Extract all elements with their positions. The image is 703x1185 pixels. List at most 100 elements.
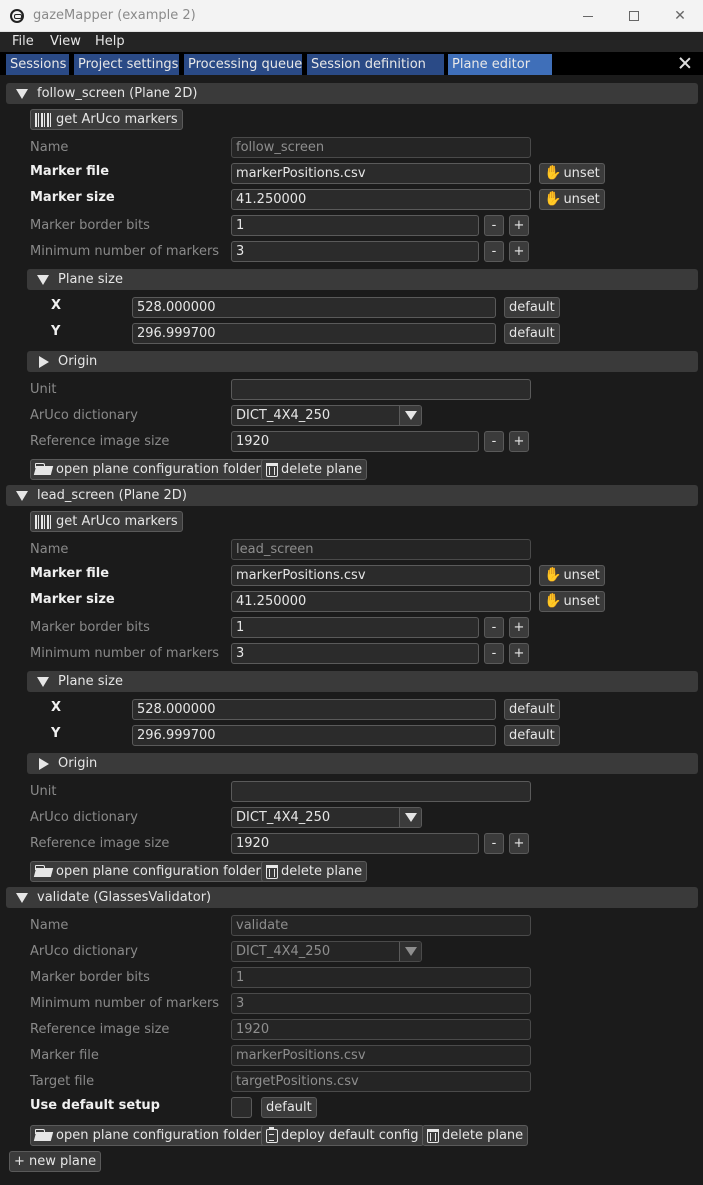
marker-border-bits-label: Marker border bits xyxy=(30,620,150,635)
barcode-icon xyxy=(35,514,53,529)
increment-button[interactable]: + xyxy=(509,215,529,236)
marker-size-label: Marker size xyxy=(30,592,115,607)
marker-file-label: Marker file xyxy=(30,164,110,179)
increment-button[interactable]: + xyxy=(509,617,529,638)
unit-field[interactable] xyxy=(231,379,531,400)
maximize-icon xyxy=(629,11,639,21)
decrement-button[interactable]: - xyxy=(484,617,504,638)
trash-icon xyxy=(266,462,278,477)
decrement-button[interactable]: - xyxy=(484,643,504,664)
delete-plane-button[interactable]: delete plane xyxy=(261,861,368,882)
use-default-setup-label: Use default setup xyxy=(30,1098,160,1113)
unset-marker-file-button[interactable]: ✋ unset xyxy=(539,565,605,586)
default-x-button[interactable]: default xyxy=(504,297,560,318)
open-plane-config-folder-button[interactable]: open plane configuration folder xyxy=(30,1125,266,1146)
tab-processing-queue[interactable]: Processing queue xyxy=(184,54,302,75)
increment-button[interactable]: + xyxy=(509,431,529,452)
plane-x-label: X xyxy=(51,700,62,715)
plane-size-header[interactable]: Plane size xyxy=(27,671,698,692)
dropdown-arrow-icon xyxy=(399,942,421,961)
close-tab-icon[interactable] xyxy=(676,54,694,72)
clipboard-icon xyxy=(266,1126,278,1143)
minimize-button[interactable] xyxy=(565,3,611,29)
default-y-button[interactable]: default xyxy=(504,323,560,344)
menu-view[interactable]: View xyxy=(50,34,81,49)
plane-x-field[interactable]: 528.000000 xyxy=(132,699,496,720)
marker-border-bits-label: Marker border bits xyxy=(30,970,150,985)
get-aruco-markers-button[interactable]: get ArUco markers xyxy=(30,511,183,532)
reference-image-size-field[interactable]: 1920 xyxy=(231,833,479,854)
min-markers-field[interactable]: 3 xyxy=(231,643,479,664)
plane-x-field[interactable]: 528.000000 xyxy=(132,297,496,318)
decrement-button[interactable]: - xyxy=(484,215,504,236)
aruco-dictionary-label: ArUco dictionary xyxy=(30,810,138,825)
unset-marker-size-button[interactable]: ✋ unset xyxy=(539,189,605,210)
app-icon xyxy=(10,9,24,23)
marker-file-field[interactable]: markerPositions.csv xyxy=(231,163,531,184)
marker-file-field[interactable]: markerPositions.csv xyxy=(231,565,531,586)
button-label: get ArUco markers xyxy=(56,112,178,127)
unset-marker-size-button[interactable]: ✋ unset xyxy=(539,591,605,612)
target-file-field: targetPositions.csv xyxy=(231,1071,531,1092)
close-window-button[interactable]: ✕ xyxy=(657,3,703,29)
plane-header-validate[interactable]: validate (GlassesValidator) xyxy=(6,887,698,908)
deploy-default-config-button[interactable]: deploy default config xyxy=(261,1125,424,1146)
menu-file[interactable]: File xyxy=(12,34,34,49)
open-plane-config-folder-button[interactable]: open plane configuration folder xyxy=(30,459,266,480)
get-aruco-markers-button[interactable]: get ArUco markers xyxy=(30,109,183,130)
aruco-dictionary-label: ArUco dictionary xyxy=(30,944,138,959)
unit-field[interactable] xyxy=(231,781,531,802)
aruco-dictionary-select[interactable]: DICT_4X4_250 xyxy=(231,405,422,426)
plane-y-field[interactable]: 296.999700 xyxy=(132,323,496,344)
use-default-setup-checkbox[interactable] xyxy=(231,1097,252,1118)
unset-marker-file-button[interactable]: ✋ unset xyxy=(539,163,605,184)
menu-bar: File View Help xyxy=(0,32,703,52)
waving-hand-icon: ✋ xyxy=(544,165,562,181)
trash-icon xyxy=(427,1128,439,1143)
delete-plane-button[interactable]: delete plane xyxy=(422,1125,529,1146)
marker-border-bits-field[interactable]: 1 xyxy=(231,215,479,236)
waving-hand-icon: ✋ xyxy=(544,593,562,609)
increment-button[interactable]: + xyxy=(509,241,529,262)
button-label: open plane configuration folder xyxy=(56,1128,261,1143)
origin-header[interactable]: Origin xyxy=(27,753,698,774)
reference-image-size-field[interactable]: 1920 xyxy=(231,431,479,452)
tab-sessions[interactable]: Sessions xyxy=(6,54,69,75)
marker-size-field[interactable]: 41.250000 xyxy=(231,189,531,210)
tab-project-settings[interactable]: Project settings xyxy=(74,54,179,75)
decrement-button[interactable]: - xyxy=(484,241,504,262)
decrement-button[interactable]: - xyxy=(484,833,504,854)
marker-border-bits-field: 1 xyxy=(231,967,531,988)
decrement-button[interactable]: - xyxy=(484,431,504,452)
default-x-button[interactable]: default xyxy=(504,699,560,720)
marker-size-field[interactable]: 41.250000 xyxy=(231,591,531,612)
dropdown-arrow-icon xyxy=(399,808,421,827)
increment-button[interactable]: + xyxy=(509,833,529,854)
button-label: unset xyxy=(563,166,600,181)
menu-help[interactable]: Help xyxy=(95,34,125,49)
min-markers-field[interactable]: 3 xyxy=(231,241,479,262)
open-plane-config-folder-button[interactable]: open plane configuration folder xyxy=(30,861,266,882)
aruco-dictionary-select[interactable]: DICT_4X4_250 xyxy=(231,807,422,828)
select-value: DICT_4X4_250 xyxy=(236,408,331,423)
plane-y-field[interactable]: 296.999700 xyxy=(132,725,496,746)
marker-border-bits-field[interactable]: 1 xyxy=(231,617,479,638)
plane-header-follow-screen[interactable]: follow_screen (Plane 2D) xyxy=(6,83,698,104)
tab-session-definition[interactable]: Session definition xyxy=(307,54,444,75)
button-label: delete plane xyxy=(442,1128,524,1143)
default-y-button[interactable]: default xyxy=(504,725,560,746)
origin-header[interactable]: Origin xyxy=(27,351,698,372)
delete-plane-button[interactable]: delete plane xyxy=(261,459,368,480)
new-plane-button[interactable]: + new plane xyxy=(9,1151,102,1172)
plane-size-header[interactable]: Plane size xyxy=(27,269,698,290)
increment-button[interactable]: + xyxy=(509,643,529,664)
maximize-button[interactable] xyxy=(611,3,657,29)
marker-border-bits-label: Marker border bits xyxy=(30,218,150,233)
collapse-arrow-icon xyxy=(16,893,28,903)
plane-header-lead-screen[interactable]: lead_screen (Plane 2D) xyxy=(6,485,698,506)
default-setup-button[interactable]: default xyxy=(261,1097,317,1118)
reference-image-size-field: 1920 xyxy=(231,1019,531,1040)
collapse-arrow-icon xyxy=(37,677,49,687)
tab-plane-editor[interactable]: Plane editor xyxy=(448,54,552,75)
select-value: DICT_4X4_250 xyxy=(236,944,331,959)
